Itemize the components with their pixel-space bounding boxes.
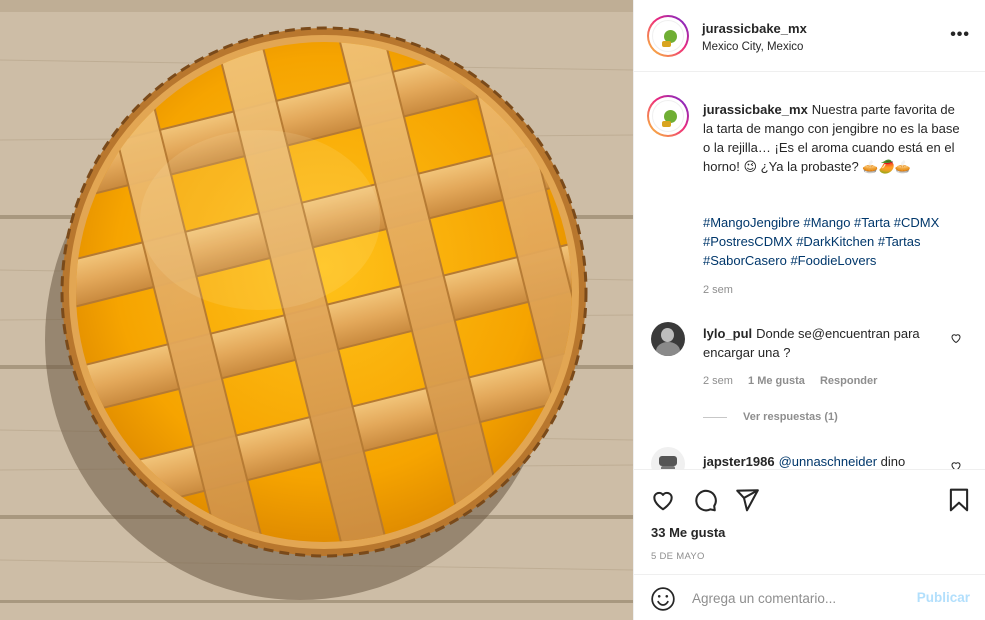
- comment-text: lylo_pul Donde se@encuentran para encarga…: [703, 324, 938, 362]
- comment-mention[interactable]: @unnaschneider: [779, 454, 877, 469]
- comment-meta: 2 sem 1 Me gusta Responder: [703, 375, 889, 387]
- comment-likes[interactable]: 1 Me gusta: [748, 375, 805, 387]
- post-header: jurassicbake_mx Mexico City, Mexico •••: [634, 0, 985, 72]
- comment-like-heart-icon[interactable]: [950, 460, 962, 469]
- caption-hashtags[interactable]: #MangoJengibre #Mango #Tarta #CDMX #Post…: [703, 213, 968, 270]
- heart-icon[interactable]: [650, 487, 676, 513]
- author-username[interactable]: jurassicbake_mx: [702, 21, 807, 36]
- caption-username[interactable]: jurassicbake_mx: [703, 102, 808, 117]
- author-avatar[interactable]: [647, 15, 689, 57]
- view-replies-label: Ver respuestas (1): [743, 411, 838, 423]
- add-comment-bar: Publicar: [634, 574, 985, 620]
- post-photo[interactable]: [0, 0, 633, 620]
- post-sidebar: jurassicbake_mx Mexico City, Mexico ••• …: [633, 0, 985, 620]
- more-options-icon[interactable]: •••: [950, 26, 970, 44]
- commenter-avatar[interactable]: [651, 322, 685, 356]
- comment-body: dino: [880, 454, 906, 469]
- post-date[interactable]: 5 DE MAYO: [651, 551, 705, 562]
- likes-count[interactable]: 33 Me gusta: [651, 525, 725, 540]
- caption-avatar[interactable]: [647, 95, 689, 137]
- comment-text: japster1986 @unnaschneider dino: [703, 452, 943, 469]
- replies-divider: [703, 416, 727, 418]
- mango-tart-image: [0, 0, 633, 620]
- bookmark-icon[interactable]: [946, 487, 972, 513]
- comment-icon[interactable]: [692, 487, 718, 513]
- post-actions: 33 Me gusta 5 DE MAYO: [634, 469, 985, 574]
- emoji-icon[interactable]: [650, 586, 676, 612]
- commenter-avatar[interactable]: [651, 447, 685, 469]
- reply-button[interactable]: Responder: [820, 375, 877, 387]
- post-location[interactable]: Mexico City, Mexico: [702, 41, 803, 53]
- share-icon[interactable]: [734, 487, 760, 513]
- publish-button[interactable]: Publicar: [917, 590, 970, 605]
- caption-text: jurassicbake_mx Nuestra parte favorita de…: [703, 100, 968, 176]
- comment-input[interactable]: [692, 587, 902, 609]
- comment-timestamp[interactable]: 2 sem: [703, 375, 733, 387]
- comment-like-heart-icon[interactable]: [950, 332, 962, 344]
- comments-section[interactable]: jurassicbake_mx Nuestra parte favorita de…: [634, 73, 985, 469]
- comment-username[interactable]: japster1986: [703, 454, 775, 469]
- comment-username[interactable]: lylo_pul: [703, 326, 752, 341]
- view-replies-button[interactable]: Ver respuestas (1): [703, 411, 838, 423]
- caption-timestamp[interactable]: 2 sem: [703, 284, 733, 296]
